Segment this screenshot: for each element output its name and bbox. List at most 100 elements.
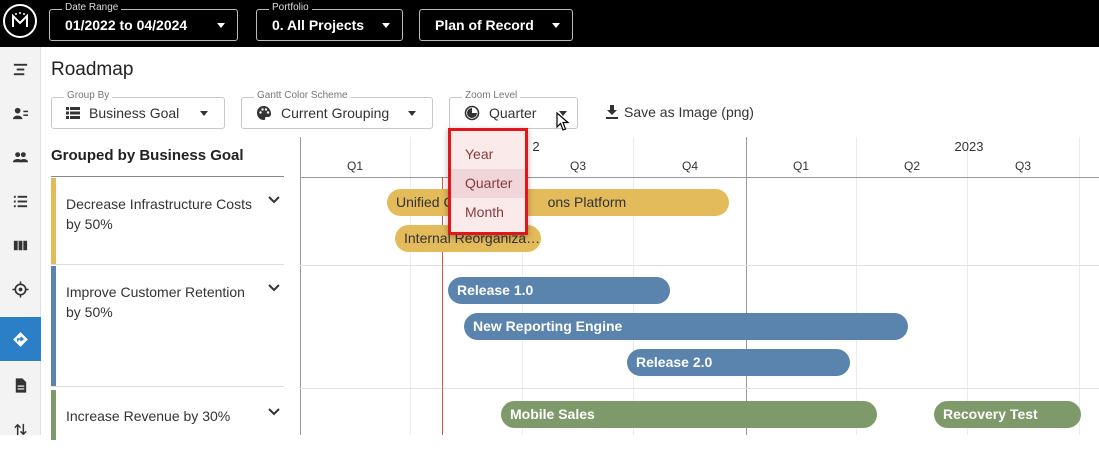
chevron-down-icon — [382, 23, 390, 28]
mouse-cursor-icon — [556, 112, 570, 131]
user-list-icon — [12, 107, 29, 119]
sidebar-item-list[interactable] — [0, 179, 41, 223]
gantt-bar-label: Mobile Sales — [510, 406, 595, 422]
portfolio-select[interactable]: Portfolio 0. All Projects — [256, 2, 403, 41]
quarter-divider — [856, 137, 857, 435]
gantt-bar[interactable]: Mobile Sales — [501, 401, 877, 428]
gantt-bar-label: Release 1.0 — [457, 282, 534, 298]
zoom-level-menu-body: Year Quarter Month — [451, 131, 525, 232]
chevron-down-icon — [552, 23, 560, 28]
gantt-bar[interactable]: Recovery Test — [934, 401, 1081, 428]
group-by-select[interactable]: Group By Business Goal — [51, 90, 225, 129]
app-logo-icon[interactable] — [3, 4, 37, 38]
roadmap-list-icon — [13, 63, 28, 75]
top-bar: Date Range 01/2022 to 04/2024 Portfolio … — [0, 0, 1099, 47]
group-divider — [300, 265, 1099, 266]
color-scheme-label: Gantt Color Scheme — [254, 90, 351, 102]
portfolio-value: 0. All Projects — [272, 17, 365, 33]
gantt-bar-label: Release 2.0 — [636, 354, 713, 370]
group-color-bar — [51, 390, 56, 440]
palette-icon — [256, 105, 272, 121]
groups-header-divider — [51, 176, 284, 177]
save-image-label: Save as Image (png) — [624, 104, 754, 120]
logo-mark-icon — [12, 12, 28, 27]
year-label: 2023 — [954, 139, 984, 154]
group-row: Decrease Infrastructure Costs by 50% — [51, 178, 284, 265]
gantt-bar-label: Unified C — [396, 194, 454, 210]
year-divider — [746, 137, 747, 435]
sidebar-item-sort[interactable] — [0, 407, 41, 451]
sidebar-item-people[interactable] — [0, 135, 41, 179]
quarter-label: Q3 — [1014, 159, 1032, 173]
roadmap-direction-icon — [13, 331, 28, 347]
plan-select[interactable]: Plan of Record — [419, 9, 573, 41]
timeline-axis — [300, 177, 1099, 178]
sidebar-item-roadmap[interactable] — [0, 317, 41, 361]
sidebar-item-columns[interactable] — [0, 223, 41, 267]
chevron-down-icon — [217, 23, 225, 28]
plan-value: Plan of Record — [435, 17, 534, 33]
chevron-down-icon — [408, 111, 416, 116]
sidebar-item-document[interactable] — [0, 363, 41, 407]
sidebar-item-user-list[interactable] — [0, 91, 41, 135]
save-image-button[interactable]: Save as Image (png) — [606, 104, 754, 120]
quarter-label: Q4 — [681, 159, 699, 173]
zoom-option-quarter[interactable]: Quarter — [451, 169, 525, 198]
download-icon — [606, 105, 618, 119]
sidebar-item-target[interactable] — [0, 267, 41, 311]
gantt-bar[interactable]: New Reporting Engine — [464, 313, 908, 340]
color-scheme-value: Current Grouping — [281, 105, 390, 121]
date-range-value: 01/2022 to 04/2024 — [65, 17, 188, 33]
zoom-option-month[interactable]: Month — [451, 198, 525, 227]
sidebar — [0, 47, 41, 435]
chevron-down-icon[interactable] — [268, 408, 280, 416]
quarter-label: Q3 — [569, 159, 587, 173]
year-divider — [300, 137, 301, 435]
target-icon — [12, 280, 29, 298]
zoom-option-year[interactable]: Year — [451, 140, 525, 169]
zoom-level-menu: Year Quarter Month — [448, 128, 528, 235]
group-name: Decrease Infrastructure Costs by 50% — [66, 196, 252, 232]
people-icon — [12, 151, 29, 162]
portfolio-label: Portfolio — [269, 2, 312, 14]
sidebar-item-roadmap-list[interactable] — [0, 47, 41, 91]
group-color-bar — [51, 266, 56, 386]
chevron-down-icon[interactable] — [268, 284, 280, 292]
gantt-bar-label: Recovery Test — [943, 406, 1038, 422]
document-icon — [15, 377, 27, 393]
group-row: Increase Revenue by 30% — [51, 390, 284, 440]
gantt-bar[interactable]: Release 1.0 — [448, 277, 670, 304]
group-name: Increase Revenue by 30% — [66, 408, 231, 424]
table-icon — [66, 107, 80, 119]
group-color-bar — [51, 178, 56, 264]
color-scheme-select[interactable]: Gantt Color Scheme Current Grouping — [241, 90, 433, 129]
list-icon — [13, 195, 28, 207]
group-divider — [300, 388, 1099, 389]
date-range-select[interactable]: Date Range 01/2022 to 04/2024 — [49, 2, 238, 41]
chevron-down-icon — [200, 111, 208, 116]
gantt-chart: 2 2023 Q1 Q3 Q4 Q1 Q2 Q3 Unified C ons Pl… — [300, 137, 1099, 435]
year-label: 2 — [532, 139, 540, 154]
gantt-bar[interactable]: Unified C ons Platform — [387, 189, 729, 216]
columns-icon — [13, 240, 28, 250]
group-row: Improve Customer Retention by 50% — [51, 266, 284, 387]
groups-header: Grouped by Business Goal — [51, 147, 244, 164]
quarter-divider — [410, 137, 411, 435]
quarter-divider — [967, 137, 968, 435]
chevron-down-icon[interactable] — [268, 196, 280, 204]
quarter-divider — [1079, 137, 1080, 435]
gantt-bar-label: New Reporting Engine — [473, 318, 623, 334]
zoom-level-label: Zoom Level — [462, 90, 521, 102]
gantt-bar[interactable]: Release 2.0 — [627, 349, 850, 376]
gantt-bar-label-tail: ons Platform — [547, 194, 627, 210]
page-title: Roadmap — [51, 59, 134, 80]
zoom-level-value: Quarter — [489, 105, 537, 121]
quarter-label: Q1 — [346, 159, 364, 173]
group-by-value: Business Goal — [89, 105, 180, 121]
group-name: Improve Customer Retention by 50% — [66, 284, 245, 320]
quarter-label: Q2 — [903, 159, 921, 173]
group-by-label: Group By — [64, 90, 113, 102]
zoom-clock-icon — [464, 105, 480, 121]
quarter-label: Q1 — [792, 159, 810, 173]
date-range-label: Date Range — [62, 2, 122, 14]
